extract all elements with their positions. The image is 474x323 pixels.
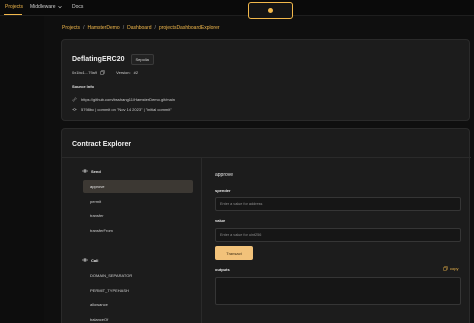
eye-icon bbox=[82, 258, 88, 262]
commit-icon bbox=[72, 108, 77, 111]
nav-middleware[interactable]: Middleware bbox=[30, 4, 62, 10]
version-label: Version: bbox=[116, 70, 131, 75]
transact-button[interactable]: Transact bbox=[215, 246, 253, 260]
nav-projects[interactable]: Projects bbox=[5, 4, 23, 10]
spender-input[interactable]: Enter a value for address bbox=[215, 197, 461, 211]
breadcrumb-current: projectsDashboardExplorer bbox=[158, 25, 220, 31]
method-balanceof[interactable]: balanceOf bbox=[83, 313, 193, 323]
status-dot-icon bbox=[268, 8, 273, 13]
center-action-button[interactable] bbox=[248, 2, 293, 19]
contract-title-row: DeflatingERC20 Sepolia bbox=[72, 54, 154, 65]
network-badge: Sepolia bbox=[130, 54, 154, 65]
spender-label: spender bbox=[215, 188, 231, 193]
commit-info: 5798bc | commit on "Nov 14 2023" | "init… bbox=[81, 107, 172, 112]
value-label: value bbox=[215, 218, 226, 223]
outputs-box bbox=[215, 277, 461, 305]
method-transferfrom[interactable]: transferFrom bbox=[83, 224, 193, 237]
copy-icon bbox=[443, 266, 448, 271]
nav-active-underline bbox=[4, 14, 22, 15]
outputs-label: outputs bbox=[215, 267, 230, 272]
contract-meta: 0x1bc1...79a9 Version: #2 bbox=[72, 70, 138, 75]
nav-docs[interactable]: Docs bbox=[72, 4, 83, 10]
contract-name: DeflatingERC20 bbox=[72, 56, 125, 63]
source-info-label: Source Info bbox=[72, 84, 95, 89]
breadcrumb-separator: / bbox=[83, 25, 85, 31]
nav-middleware-label: Middleware bbox=[30, 4, 56, 10]
explorer-title: Contract Explorer bbox=[72, 141, 132, 148]
breadcrumb: Projects / HamsterDemo / Dashboard / pro… bbox=[62, 25, 220, 31]
call-group-header[interactable]: Call bbox=[82, 257, 98, 263]
call-label: Call bbox=[91, 257, 99, 263]
link-icon bbox=[72, 97, 77, 102]
repo-row: https://github.com/bsshang11/HamsterDemo… bbox=[72, 97, 175, 102]
contract-address: 0x1bc1...79a9 bbox=[72, 70, 98, 75]
method-transfer[interactable]: transfer bbox=[83, 209, 193, 222]
breadcrumb-dashboard[interactable]: Dashboard bbox=[127, 25, 151, 31]
explorer-vertical-divider bbox=[201, 158, 202, 323]
method-approve[interactable]: approve bbox=[83, 180, 193, 193]
contract-explorer-card: Contract Explorer Send approve permit tr… bbox=[61, 128, 471, 323]
function-name: approve bbox=[215, 172, 234, 178]
contract-info-card: DeflatingERC20 Sepolia 0x1bc1...79a9 Ver… bbox=[61, 39, 470, 121]
version-value: #2 bbox=[133, 70, 139, 75]
commit-row: 5798bc | commit on "Nov 14 2023" | "init… bbox=[72, 107, 172, 112]
method-permit-typehash[interactable]: PERMIT_TYPEHASH bbox=[83, 284, 193, 297]
top-nav: Projects Middleware Docs bbox=[0, 0, 474, 19]
copy-output-button[interactable]: copy bbox=[443, 266, 458, 271]
value-input[interactable]: Enter a value for uint256 bbox=[215, 228, 461, 242]
left-gutter bbox=[0, 16, 44, 323]
method-domain-separator[interactable]: DOMAIN_SEPARATOR bbox=[83, 269, 193, 282]
breadcrumb-hamsterdemo[interactable]: HamsterDemo bbox=[87, 25, 119, 31]
send-label: Send bbox=[91, 168, 101, 174]
send-group-header[interactable]: Send bbox=[82, 168, 101, 174]
breadcrumb-separator: / bbox=[122, 25, 125, 31]
breadcrumb-separator: / bbox=[154, 25, 156, 31]
eye-icon bbox=[82, 169, 88, 173]
method-allowance[interactable]: allowance bbox=[83, 298, 193, 311]
chevron-down-icon bbox=[57, 5, 62, 9]
breadcrumb-projects[interactable]: Projects bbox=[62, 25, 80, 31]
repo-url[interactable]: https://github.com/bsshang11/HamsterDemo… bbox=[81, 97, 175, 102]
copy-label: copy bbox=[450, 266, 459, 271]
method-permit[interactable]: permit bbox=[83, 195, 193, 208]
copy-icon[interactable] bbox=[100, 70, 105, 75]
explorer-divider bbox=[62, 157, 471, 158]
